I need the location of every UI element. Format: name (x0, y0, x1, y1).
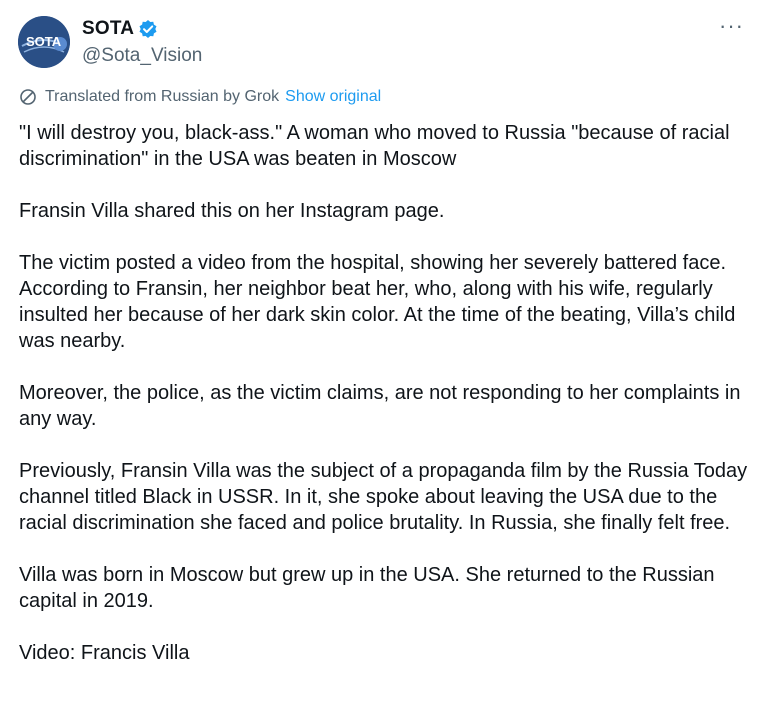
tweet-text: "I will destroy you, black-ass." A woman… (19, 120, 749, 692)
sota-logo-icon: SOTA (18, 16, 70, 68)
translate-icon (20, 89, 36, 105)
verified-badge-icon (138, 19, 158, 39)
avatar-text: SOTA (26, 34, 62, 49)
tweet: SOTA SOTA @Sota_Vision ··· Translated fr… (0, 0, 764, 709)
tweet-paragraph: Video: Francis Villa (19, 642, 190, 664)
tweet-header: SOTA SOTA @Sota_Vision (18, 16, 202, 68)
tweet-paragraph: Moreover, the police, as the victim clai… (19, 382, 741, 430)
tweet-paragraph: Previously, Fransin Villa was the subjec… (19, 460, 748, 534)
tweet-paragraph: The victim posted a video from the hospi… (19, 252, 736, 352)
translation-bar: Translated from Russian by Grok Show ori… (19, 88, 381, 106)
avatar[interactable]: SOTA (18, 16, 70, 68)
author-names: SOTA @Sota_Vision (82, 18, 202, 67)
tweet-paragraph: Fransin Villa shared this on her Instagr… (19, 200, 445, 222)
author-handle[interactable]: @Sota_Vision (82, 45, 202, 67)
show-original-link[interactable]: Show original (285, 88, 381, 106)
tweet-paragraph: Villa was born in Moscow but grew up in … (19, 564, 715, 612)
tweet-paragraph: "I will destroy you, black-ass." A woman… (19, 122, 730, 170)
translation-label: Translated from Russian by Grok (45, 88, 280, 105)
more-horizontal-icon[interactable]: ··· (719, 15, 744, 37)
display-name[interactable]: SOTA (82, 18, 134, 40)
